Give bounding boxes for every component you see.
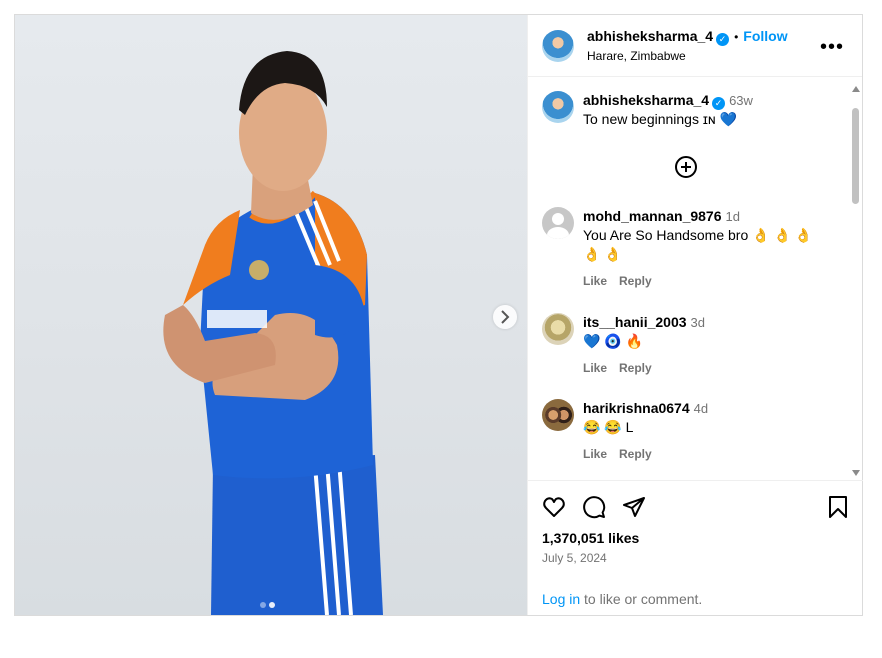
scroll-down-arrow-icon[interactable] <box>852 470 860 476</box>
post-header: abhisheksharma_4 ✓ • Follow Harare, Zimbabw… <box>528 15 862 77</box>
comment-text: You Are So Handsome bro 👌 👌 👌 👌 👌 <box>583 227 813 262</box>
separator-dot: • <box>734 30 739 44</box>
comment-username[interactable]: mohd_mannan_9876 <box>583 208 722 224</box>
add-comment-icon[interactable] <box>675 156 697 178</box>
comment-item: mohd_mannan_9876 1d You Are So Handsome b… <box>542 207 833 288</box>
post-media[interactable] <box>15 15 527 615</box>
author-info: abhisheksharma_4 ✓ • Follow Harare, Zimbabw… <box>587 28 788 63</box>
commenter-avatar[interactable] <box>542 399 574 431</box>
login-link[interactable]: Log in <box>542 591 580 607</box>
login-prompt: Log in to like or comment. <box>542 591 702 607</box>
login-prompt-text: to like or comment. <box>580 591 703 607</box>
scrollbar-thumb[interactable] <box>852 108 859 204</box>
comment-text: 💙 🧿 🔥 <box>583 333 644 349</box>
comment-item: its__hanii_2003 3d 💙 🧿 🔥 Like Reply <box>542 313 705 375</box>
comment-reply-button[interactable]: Reply <box>619 361 652 375</box>
caption-row: abhisheksharma_4 ✓ 63w To new beginnings ɪ… <box>542 91 753 129</box>
likes-count[interactable]: 1,370,051 likes <box>542 530 639 546</box>
caption-username[interactable]: abhisheksharma_4 <box>583 92 709 108</box>
author-username[interactable]: abhisheksharma_4 <box>587 28 713 44</box>
author-avatar[interactable] <box>542 29 574 62</box>
comment-time: 4d <box>693 401 709 416</box>
comment-time: 3d <box>690 315 705 330</box>
post-date[interactable]: July 5, 2024 <box>542 551 607 565</box>
comment-text: 😂 😂 L <box>583 419 634 435</box>
comment-icon[interactable] <box>582 495 606 519</box>
scroll-up-arrow-icon[interactable] <box>852 86 860 92</box>
action-icons <box>542 495 849 521</box>
post-side-panel: abhisheksharma_4 ✓ • Follow Harare, Zimbabw… <box>527 15 863 615</box>
verified-icon: ✓ <box>712 97 726 110</box>
share-icon[interactable] <box>622 495 646 519</box>
follow-button[interactable]: Follow <box>743 28 787 44</box>
heart-icon[interactable] <box>542 495 566 519</box>
bookmark-icon[interactable] <box>827 495 849 519</box>
caption-time: 63w <box>729 93 753 108</box>
comment-like-button[interactable]: Like <box>583 274 607 288</box>
author-avatar[interactable] <box>542 91 574 123</box>
post-actions-section: 1,370,051 likes July 5, 2024 Log in to l… <box>528 480 863 615</box>
next-slide-button[interactable] <box>493 305 517 329</box>
comments-list[interactable]: abhisheksharma_4 ✓ 63w To new beginnings ɪ… <box>528 78 863 480</box>
post-card: abhisheksharma_4 ✓ • Follow Harare, Zimbabw… <box>14 14 863 616</box>
post-photo <box>163 51 383 615</box>
comment-like-button[interactable]: Like <box>583 447 607 461</box>
commenter-avatar[interactable] <box>542 207 574 239</box>
next-icon <box>501 310 510 324</box>
comment-like-button[interactable]: Like <box>583 361 607 375</box>
comment-reply-button[interactable]: Reply <box>619 274 652 288</box>
caption-text: To new beginnings ɪɴ 💙 <box>583 111 737 127</box>
post-location[interactable]: Harare, Zimbabwe <box>587 49 788 63</box>
comment-reply-button[interactable]: Reply <box>619 447 652 461</box>
carousel-indicator <box>260 595 278 613</box>
comments-scrollbar[interactable] <box>851 86 860 476</box>
carousel-dot <box>260 602 266 608</box>
more-icon[interactable]: ••• <box>820 36 844 59</box>
carousel-dot <box>269 602 275 608</box>
comment-item: harikrishna0674 4d 😂 😂 L Like Reply <box>542 399 708 461</box>
comment-username[interactable]: its__hanii_2003 <box>583 314 687 330</box>
comment-username[interactable]: harikrishna0674 <box>583 400 690 416</box>
commenter-avatar[interactable] <box>542 313 574 345</box>
verified-icon: ✓ <box>716 33 730 46</box>
comment-time: 1d <box>725 209 740 224</box>
